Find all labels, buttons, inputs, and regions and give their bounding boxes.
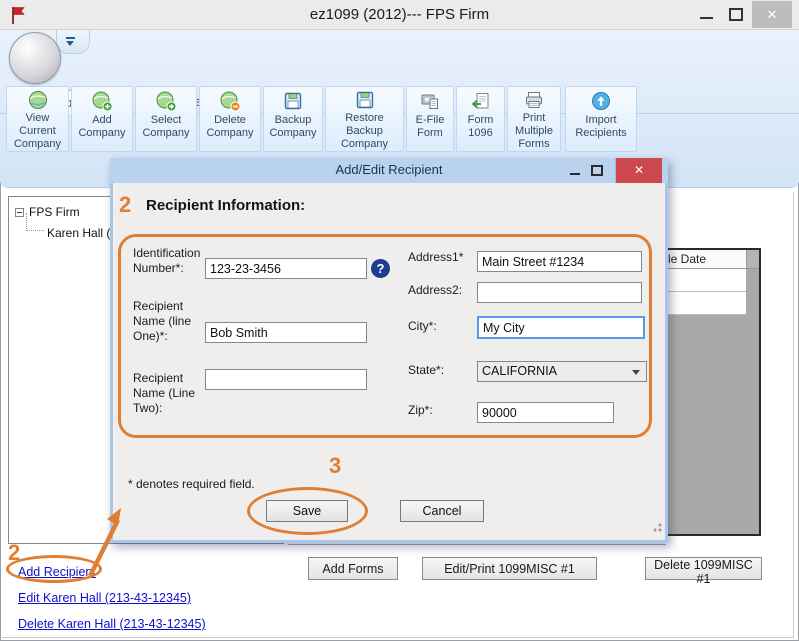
ribbon-button-efile-form[interactable]: E-File Form [406,86,454,152]
ribbon-button-label: Backup Company [264,114,322,140]
ribbon-button-delete-company[interactable]: Delete Company [199,86,261,152]
edit-print-1099misc-button[interactable]: Edit/Print 1099MISC #1 [422,557,597,580]
tree-expander-icon[interactable] [15,208,24,217]
add-forms-button[interactable]: Add Forms [308,557,398,580]
dialog-minimize-icon[interactable] [570,173,580,175]
globe-delete-icon [219,89,241,113]
dialog-close-icon[interactable]: ✕ [615,158,662,183]
window-title: ez1099 (2012)--- FPS Firm [0,6,799,23]
ribbon-button-import-recipients[interactable]: Import Recipients [565,86,637,152]
section-header: Recipient Information: [146,197,305,214]
dialog-resize-grip[interactable] [650,520,662,532]
panel-divider [288,544,666,545]
delete-karen-hall-link[interactable]: Delete Karen Hall (213-43-12345) [18,617,206,631]
annotation-step-3-badge: 3 [329,453,341,479]
ribbon-button-label: View Current Company [7,112,68,151]
application-window: ez1099 (2012)--- FPS Firm ✕ Company Lice… [0,0,799,641]
annotation-step-2-badge: 2 [119,192,131,218]
ribbon-button-label: Add Company [72,114,132,140]
ribbon-button-view-current-company[interactable]: View Current Company [6,86,69,152]
minimize-icon[interactable] [700,17,713,19]
globe-icon [27,89,49,111]
ribbon-button-label: Restore Backup Company [326,112,403,151]
window-edge-line [793,192,794,638]
ribbon-button-label: Delete Company [200,114,260,140]
tree-item-karen-hall[interactable]: Karen Hall ( [47,226,110,240]
window-bottom-line [2,637,793,638]
import-icon [590,89,612,113]
tree-connector [26,213,44,231]
ribbon-button-label: Form 1096 [457,114,504,140]
ribbon-button-label: Select Company [136,114,196,140]
ribbon-button-restore-backup-company[interactable]: Restore Backup Company [325,86,404,152]
dialog-titlebar[interactable]: Add/Edit Recipient ✕ [110,158,668,183]
tree-item-fps-firm[interactable]: FPS Firm [15,205,80,219]
delete-1099misc-button[interactable]: Delete 1099MISC #1 [645,557,762,580]
maximize-icon[interactable] [729,8,743,21]
printer-icon [523,89,545,111]
efile-icon [419,89,441,113]
globe-select-icon [155,89,177,113]
ribbon-button-print-multiple-forms[interactable]: Print Multiple Forms [507,86,561,152]
ribbon-button-label: E-File Form [407,114,453,140]
ribbon-button-label: Print Multiple Forms [508,112,560,151]
cancel-button[interactable]: Cancel [400,500,484,522]
window-titlebar: ez1099 (2012)--- FPS Firm ✕ [0,0,799,30]
dialog-title: Add/Edit Recipient [110,162,668,177]
close-icon[interactable]: ✕ [752,1,792,28]
annotation-save-ellipse [247,487,368,535]
dialog-maximize-icon[interactable] [591,165,603,176]
floppy-icon [282,89,304,113]
floppy-icon [354,89,376,111]
application-menu-button[interactable] [9,32,61,84]
ribbon-button-select-company[interactable]: Select Company [135,86,197,152]
ribbon-button-form-1096[interactable]: Form 1096 [456,86,505,152]
annotation-fields-box [118,234,652,438]
ribbon-button-add-company[interactable]: Add Company [71,86,133,152]
edit-karen-hall-link[interactable]: Edit Karen Hall (213-43-12345) [18,591,191,605]
globe-add-icon [91,89,113,113]
annotation-arrow [70,498,140,590]
ribbon-button-backup-company[interactable]: Backup Company [263,86,323,152]
grid-header-corner [746,250,759,269]
required-field-note: * denotes required field. [128,477,255,491]
qat-dropdown-icon[interactable] [66,37,75,46]
form-1096-icon [470,89,492,113]
ribbon-button-label: Import Recipients [566,114,636,140]
